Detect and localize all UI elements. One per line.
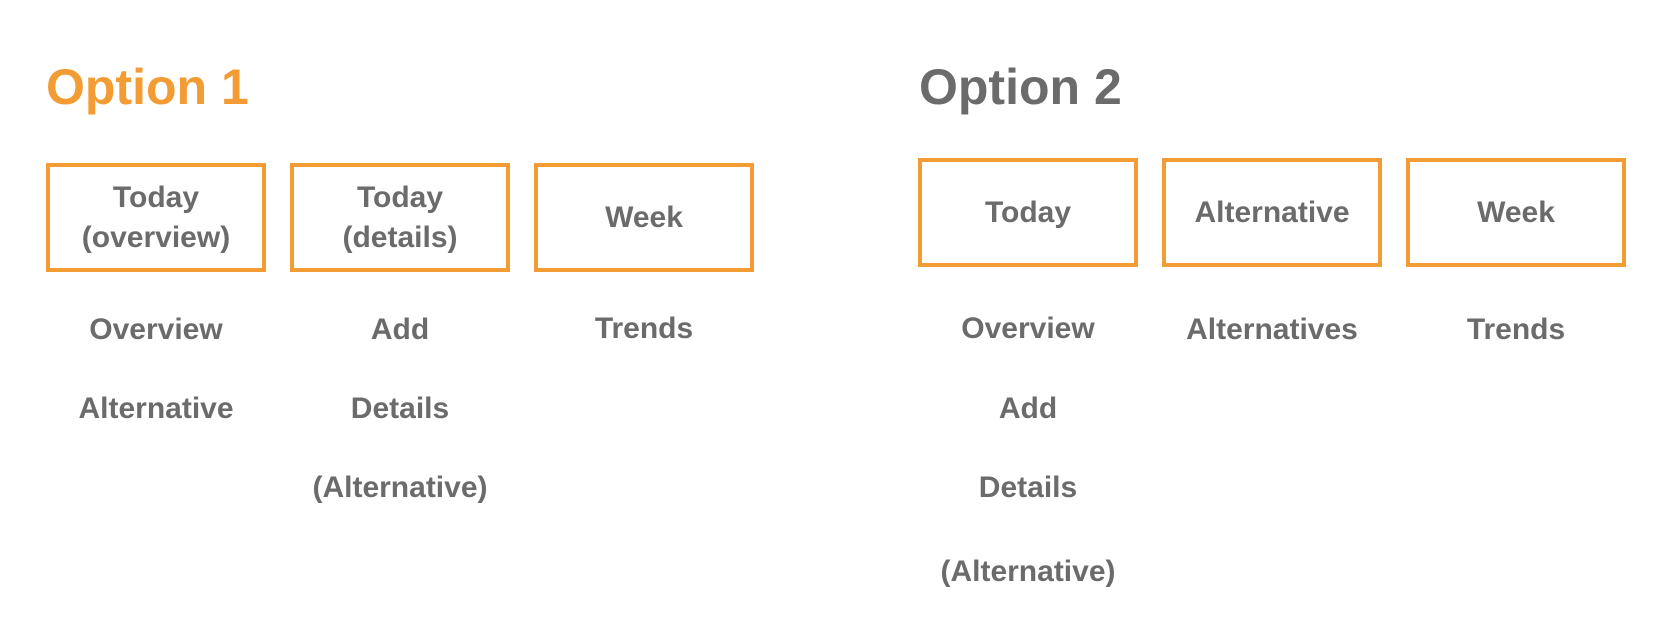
option-2-today-item: Add: [998, 392, 1058, 425]
tab-label: Week: [1477, 195, 1555, 229]
option-1-details-item: (Alternative): [312, 471, 488, 504]
option-2-tab-today[interactable]: Today: [918, 158, 1138, 267]
tab-label: Today: [984, 195, 1072, 229]
option-1-details-item: Details: [350, 392, 450, 425]
option-2-alternative-item: Alternatives: [1186, 313, 1358, 346]
option-2-tab-alternative[interactable]: Alternative: [1162, 158, 1382, 267]
option-1-details-item: Add: [370, 313, 430, 346]
option-2-week-item: Trends: [1466, 313, 1566, 346]
option-1-tab-today-details[interactable]: Today (details): [290, 163, 510, 272]
option-2-today-item: Details: [978, 471, 1078, 504]
option-1-overview-item: Overview: [89, 313, 223, 346]
option-2-today-item: Overview: [961, 312, 1095, 345]
tab-label: Today (overview): [81, 180, 231, 254]
option-1-tab-week[interactable]: Week: [534, 163, 754, 272]
tab-label: Week: [605, 200, 683, 234]
option-1-week-item: Trends: [594, 312, 694, 345]
option-2-tab-week[interactable]: Week: [1406, 158, 1626, 267]
option-1-title: Option 1: [46, 59, 249, 115]
option-1-overview-item: Alternative: [78, 392, 234, 425]
tab-label: Today (details): [342, 180, 458, 254]
option-2-title: Option 2: [919, 59, 1122, 115]
option-1-tab-today-overview[interactable]: Today (overview): [46, 163, 266, 272]
tab-label: Alternative: [1194, 195, 1350, 229]
option-2-today-item: (Alternative): [940, 555, 1116, 588]
